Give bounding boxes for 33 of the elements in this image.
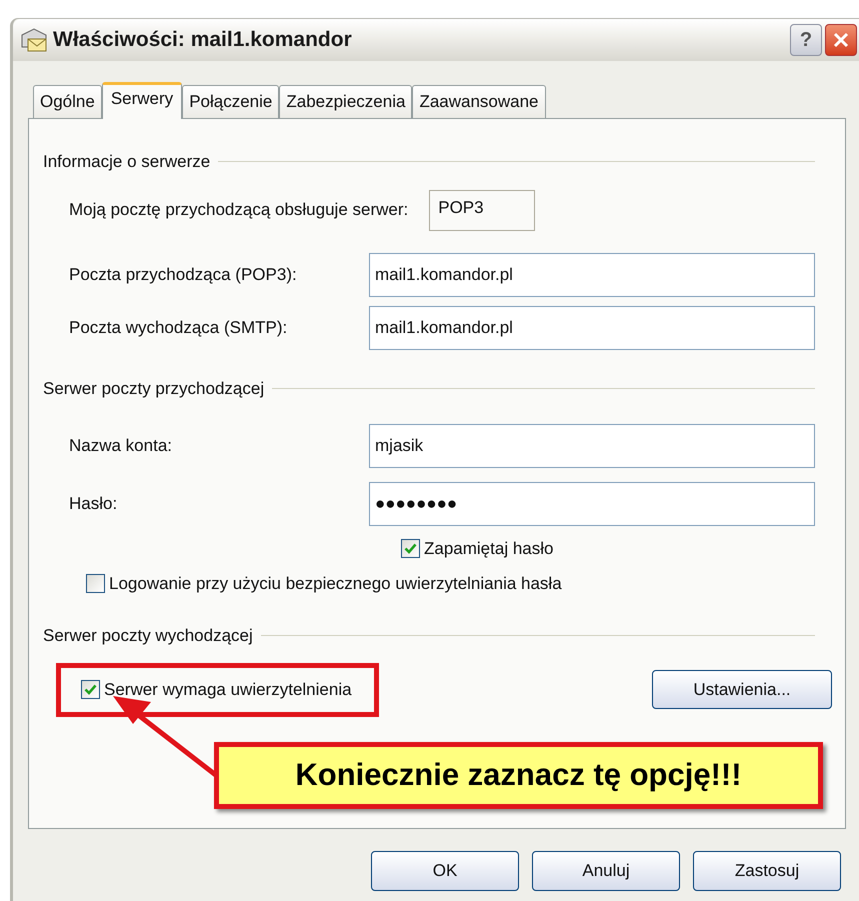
checkbox[interactable]: Zapamiętaj hasło	[401, 536, 815, 562]
settings-button[interactable]: Ustawienia...	[652, 670, 832, 709]
group-heading: Serwer poczty wychodzącej	[43, 625, 253, 647]
checkbox[interactable]: Serwer wymaga uwierzytelnienia	[81, 676, 352, 702]
field-label: Poczta przychodząca (POP3):	[69, 264, 297, 286]
tab[interactable]: Serwery	[102, 82, 182, 119]
window-title: Właściwości: mail1.komandor	[53, 27, 352, 54]
text-field[interactable]: ●●●●●●●●	[369, 482, 815, 526]
text-field[interactable]: mail1.komandor.pl	[369, 252, 815, 296]
dialog-button[interactable]: OK	[371, 851, 519, 891]
group-heading: Informacje o serwerze	[43, 151, 210, 173]
checkbox[interactable]: Logowanie przy użyciu bezpiecznego uwierzytelniania hasła	[86, 570, 815, 596]
check-icon	[84, 683, 97, 696]
field-label: Poczta wychodząca (SMTP):	[69, 316, 288, 339]
check-icon	[404, 542, 417, 556]
dialog-button[interactable]: Zastosuj	[693, 851, 841, 891]
field-label: Nazwa konta:	[69, 435, 172, 458]
envelope-icon	[19, 27, 49, 53]
server-type-box: POP3	[429, 190, 536, 230]
field-label: Hasło:	[69, 493, 118, 516]
field-label: Moją pocztę przychodzącą obsługuje serwer:	[69, 199, 408, 222]
tab[interactable]: Ogólne	[33, 85, 102, 118]
dialog-button[interactable]: Anuluj	[532, 851, 680, 891]
close-button[interactable]	[825, 24, 857, 56]
tab[interactable]: Połączenie	[182, 85, 280, 118]
text-field[interactable]: mail1.komandor.pl	[369, 306, 815, 350]
help-button[interactable]: ?	[790, 24, 822, 56]
group-heading: Serwer poczty przychodzącej	[43, 378, 264, 400]
tab[interactable]: Zabezpieczenia	[279, 85, 412, 118]
text-field[interactable]: mjasik	[369, 424, 815, 468]
close-icon	[832, 31, 850, 49]
tab[interactable]: Zaawansowane	[412, 85, 546, 118]
callout: Koniecznie zaznacz tę opcję!!!	[214, 742, 823, 808]
